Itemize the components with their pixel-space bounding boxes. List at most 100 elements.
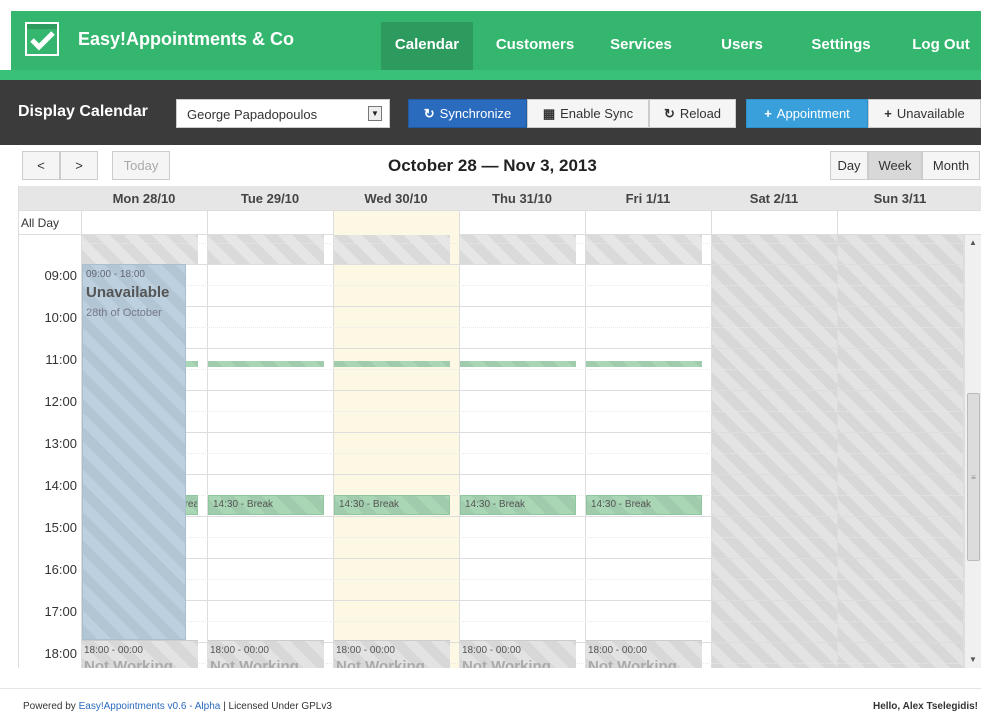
nav-customers[interactable]: Customers xyxy=(485,22,585,70)
view-month-button[interactable]: Month xyxy=(922,151,980,180)
time-label: 14:00 xyxy=(44,478,77,493)
nav-settings[interactable]: Settings xyxy=(801,22,881,70)
scroll-down-arrow-icon[interactable]: ▼ xyxy=(965,652,981,668)
time-label: 18:00 xyxy=(44,646,77,661)
time-label: 17:00 xyxy=(44,604,77,619)
all-day-cell[interactable] xyxy=(81,211,207,235)
not-working-event[interactable]: 18:00 - 00:00 Not Working xyxy=(460,640,576,668)
enable-sync-button[interactable]: ▦ Enable Sync xyxy=(527,99,649,128)
break-event[interactable]: 14:30 - Break xyxy=(460,495,576,515)
day-column-divider xyxy=(585,235,586,668)
calendar-toolbar: Display Calendar George Papadopoulos ▼ ↻… xyxy=(0,80,981,145)
not-working-event[interactable]: 18:00 - 00:00 Not Working xyxy=(82,640,198,668)
hour-line xyxy=(81,348,966,349)
prev-week-button[interactable]: < xyxy=(22,151,60,180)
day-header-row: Mon 28/10 Tue 29/10 Wed 30/10 Thu 31/10 … xyxy=(19,186,981,211)
add-appointment-button[interactable]: + Appointment xyxy=(746,99,868,128)
hour-line xyxy=(81,600,966,601)
scroll-thumb[interactable]: ≡ xyxy=(967,393,980,561)
plus-icon: + xyxy=(764,106,772,121)
calendar-range-title: October 28 — Nov 3, 2013 xyxy=(388,156,597,175)
time-grid-body[interactable]: 09:00 10:00 11:00 12:00 13:00 14:00 15:0… xyxy=(19,235,966,668)
user-greeting: Hello, Alex Tselegidis! xyxy=(872,701,978,712)
non-working-block xyxy=(208,235,324,264)
day-header: Sun 3/11 xyxy=(873,191,927,206)
provider-select[interactable]: George Papadopoulos ▼ xyxy=(176,99,390,128)
break-event[interactable]: 14:30 - Break xyxy=(334,495,450,515)
all-day-cell[interactable] xyxy=(207,211,333,235)
non-working-block xyxy=(586,235,702,264)
week-calendar-grid: Mon 28/10 Tue 29/10 Wed 30/10 Thu 31/10 … xyxy=(18,186,981,668)
header-divider xyxy=(0,70,981,80)
break-marker[interactable] xyxy=(460,361,576,367)
scroll-up-arrow-icon[interactable]: ▲ xyxy=(965,235,981,251)
half-hour-line xyxy=(81,327,966,328)
not-working-event[interactable]: 18:00 - 00:00 Not Working xyxy=(334,640,450,668)
weekend-column xyxy=(837,235,963,668)
dropdown-arrow-icon[interactable]: ▼ xyxy=(368,106,382,121)
non-working-block xyxy=(334,235,450,264)
time-label: 10:00 xyxy=(44,310,77,325)
app-version-link[interactable]: Easy!Appointments v0.6 - Alpha xyxy=(79,701,221,712)
hour-line xyxy=(81,432,966,433)
nav-logout[interactable]: Log Out xyxy=(901,22,981,70)
reload-icon: ↻ xyxy=(663,106,675,121)
logo-checkmark-icon xyxy=(25,22,59,56)
day-header: Thu 31/10 xyxy=(492,191,552,206)
add-unavailable-button[interactable]: + Unavailable xyxy=(868,99,981,128)
unavailable-event[interactable]: 09:00 - 18:00 Unavailable 28th of Octobe… xyxy=(82,264,186,640)
day-header: Sat 2/11 xyxy=(749,191,799,206)
time-label: 11:00 xyxy=(45,352,77,367)
day-header: Mon 28/10 xyxy=(112,191,176,206)
page-footer: Powered by Easy!Appointments v0.6 - Alph… xyxy=(0,688,981,719)
time-label: 09:00 xyxy=(44,268,77,283)
hour-line xyxy=(81,306,966,307)
time-label: 16:00 xyxy=(44,562,77,577)
day-column-divider xyxy=(711,235,712,668)
today-button[interactable]: Today xyxy=(112,151,170,180)
top-navbar: Easy!Appointments & Co Calendar Customer… xyxy=(11,11,981,70)
all-day-cell[interactable] xyxy=(711,211,837,235)
reload-button[interactable]: ↻ Reload xyxy=(649,99,736,128)
break-marker[interactable] xyxy=(334,361,450,367)
next-week-button[interactable]: > xyxy=(60,151,98,180)
calendar-icon: ▦ xyxy=(542,106,556,121)
half-hour-line xyxy=(81,285,966,286)
all-day-label: All Day xyxy=(21,216,60,230)
view-week-button[interactable]: Week xyxy=(868,151,922,180)
half-hour-line xyxy=(81,243,966,244)
time-label: 15:00 xyxy=(44,520,77,535)
event-time: 09:00 - 18:00 xyxy=(86,269,145,280)
all-day-cell[interactable] xyxy=(459,211,585,235)
not-working-event[interactable]: 18:00 - 00:00 Not Working xyxy=(586,640,702,668)
calendar-scrollbar[interactable]: ▲ ≡ ▼ xyxy=(964,235,981,668)
all-day-cell[interactable] xyxy=(837,211,963,235)
nav-users[interactable]: Users xyxy=(709,22,775,70)
all-day-cell[interactable] xyxy=(585,211,711,235)
break-marker[interactable] xyxy=(208,361,324,367)
weekend-column xyxy=(711,235,837,668)
brand-name[interactable]: Easy!Appointments & Co xyxy=(78,29,294,50)
time-label: 13:00 xyxy=(44,436,77,451)
day-column-divider xyxy=(459,235,460,668)
non-working-block xyxy=(460,235,576,264)
half-hour-line xyxy=(81,369,966,370)
not-working-event[interactable]: 18:00 - 00:00 Not Working xyxy=(208,640,324,668)
break-event[interactable]: 14:30 - Break xyxy=(586,495,702,515)
provider-select-value: George Papadopoulos xyxy=(187,107,318,122)
all-day-cell[interactable] xyxy=(333,211,459,235)
break-marker[interactable] xyxy=(586,361,702,367)
synchronize-button[interactable]: ↻ Synchronize xyxy=(408,99,527,128)
break-event[interactable]: 14:30 - Break xyxy=(208,495,324,515)
day-column-divider xyxy=(333,235,334,668)
non-working-block xyxy=(82,235,198,264)
hour-line xyxy=(81,264,966,265)
day-header: Fri 1/11 xyxy=(625,191,671,206)
day-header: Wed 30/10 xyxy=(364,191,428,206)
nav-services[interactable]: Services xyxy=(601,22,681,70)
all-day-row: All Day xyxy=(19,211,981,235)
view-day-button[interactable]: Day xyxy=(830,151,868,180)
nav-calendar[interactable]: Calendar xyxy=(381,22,473,70)
today-column xyxy=(333,235,459,668)
hour-line xyxy=(81,474,966,475)
